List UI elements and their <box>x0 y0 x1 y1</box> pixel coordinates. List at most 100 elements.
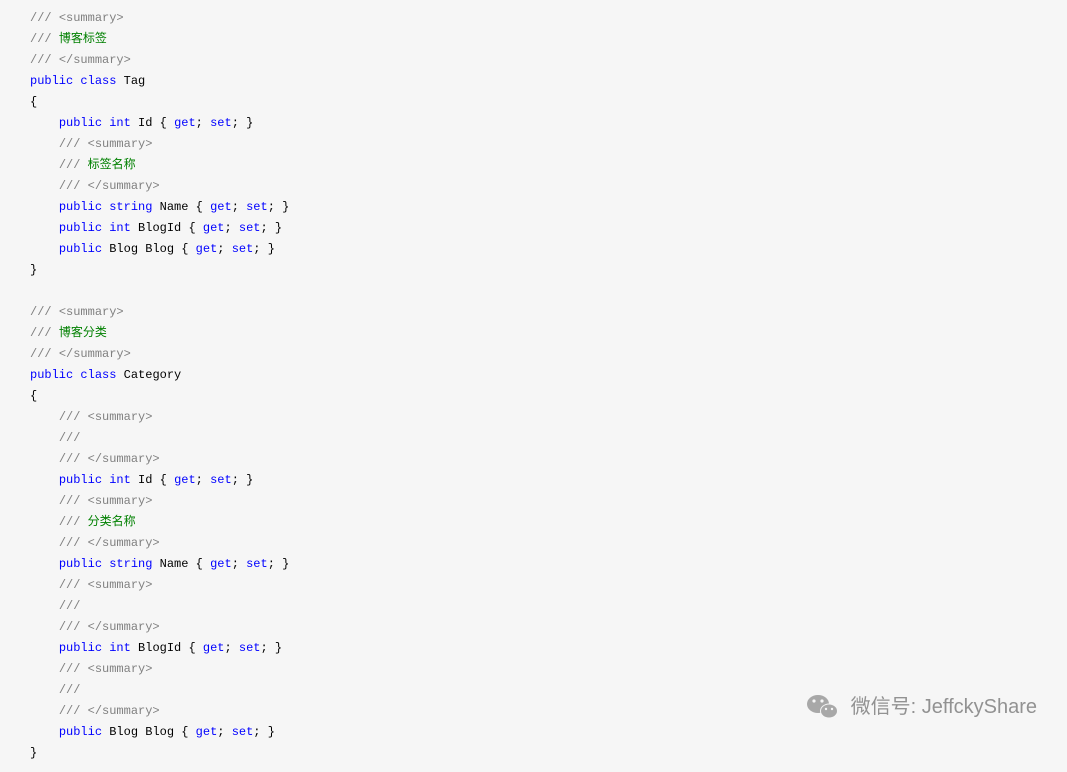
code-line: public string Name { get; set; } <box>30 197 1067 218</box>
brace: { <box>30 389 37 403</box>
keyword: get <box>174 473 196 487</box>
doc-comment: 标签名称 <box>88 158 136 172</box>
comment-slashes: /// <box>59 179 81 193</box>
comment-slashes: /// <box>30 326 52 340</box>
comment-slashes: /// <box>30 347 52 361</box>
keyword: get <box>203 641 225 655</box>
code-block: /// <summary> /// 博客标签 /// </summary> pu… <box>30 8 1067 764</box>
code-line: { <box>30 386 1067 407</box>
code-line: /// <summary> <box>30 491 1067 512</box>
classname: Category <box>124 368 182 382</box>
code-line: public string Name { get; set; } <box>30 554 1067 575</box>
keyword: set <box>210 473 232 487</box>
code-line: /// </summary> <box>30 449 1067 470</box>
watermark-text: 微信号: JeffckyShare <box>851 697 1037 718</box>
wechat-icon <box>805 689 841 725</box>
comment-text: </summary> <box>88 179 160 193</box>
comment-text: </summary> <box>88 452 160 466</box>
comment-text: </summary> <box>59 53 131 67</box>
comment-slashes: /// <box>59 452 81 466</box>
code-line: /// 博客分类 <box>30 323 1067 344</box>
code-line: /// </summary> <box>30 344 1067 365</box>
comment-text: <summary> <box>88 137 153 151</box>
comment-slashes: /// <box>59 515 81 529</box>
classname: Tag <box>124 74 146 88</box>
comment-text: <summary> <box>59 11 124 25</box>
code-line: /// <summary> <box>30 575 1067 596</box>
propname: BlogId <box>138 221 181 235</box>
comment-slashes: /// <box>30 53 52 67</box>
code-line <box>30 281 1067 302</box>
code-line: public int Id { get; set; } <box>30 470 1067 491</box>
propname: Name <box>160 557 189 571</box>
code-line: /// <summary> <box>30 8 1067 29</box>
code-line: public int Id { get; set; } <box>30 113 1067 134</box>
code-line: public class Tag <box>30 71 1067 92</box>
comment-text: <summary> <box>88 494 153 508</box>
code-line: /// 分类名称 <box>30 512 1067 533</box>
code-line: /// <box>30 596 1067 617</box>
comment-slashes: /// <box>30 11 52 25</box>
propname: BlogId <box>138 641 181 655</box>
code-line: /// <summary> <box>30 302 1067 323</box>
code-line: /// </summary> <box>30 533 1067 554</box>
keyword: public <box>59 116 102 130</box>
keyword: public <box>59 641 102 655</box>
doc-comment: 分类名称 <box>88 515 136 529</box>
keyword: public <box>30 74 73 88</box>
keyword: get <box>196 725 218 739</box>
keyword: get <box>210 557 232 571</box>
code-line: /// </summary> <box>30 617 1067 638</box>
keyword: public <box>59 725 102 739</box>
code-line: } <box>30 743 1067 764</box>
keyword: class <box>80 74 116 88</box>
comment-slashes: /// <box>59 578 81 592</box>
keyword: public <box>30 368 73 382</box>
comment-slashes: /// <box>59 683 81 697</box>
code-line: public int BlogId { get; set; } <box>30 218 1067 239</box>
propname: Id <box>138 473 152 487</box>
comment-slashes: /// <box>59 431 81 445</box>
keyword: int <box>109 473 131 487</box>
doc-comment: 博客分类 <box>59 326 107 340</box>
code-line: /// <summary> <box>30 659 1067 680</box>
code-line: public class Category <box>30 365 1067 386</box>
keyword: set <box>246 557 268 571</box>
keyword: set <box>232 725 254 739</box>
keyword: string <box>109 557 152 571</box>
propname: Blog <box>145 242 174 256</box>
code-line: public Blog Blog { get; set; } <box>30 239 1067 260</box>
keyword: set <box>239 221 261 235</box>
keyword: int <box>109 641 131 655</box>
code-line: /// <box>30 428 1067 449</box>
comment-slashes: /// <box>59 704 81 718</box>
code-line: } <box>30 260 1067 281</box>
keyword: set <box>232 242 254 256</box>
comment-slashes: /// <box>59 494 81 508</box>
comment-slashes: /// <box>59 410 81 424</box>
comment-slashes: /// <box>59 620 81 634</box>
code-line: /// <summary> <box>30 134 1067 155</box>
comment-slashes: /// <box>59 599 81 613</box>
comment-slashes: /// <box>30 32 52 46</box>
keyword: int <box>109 116 131 130</box>
keyword: set <box>210 116 232 130</box>
keyword: get <box>174 116 196 130</box>
comment-text: <summary> <box>88 662 153 676</box>
keyword: get <box>203 221 225 235</box>
brace: } <box>30 746 37 760</box>
comment-slashes: /// <box>59 662 81 676</box>
comment-slashes: /// <box>59 536 81 550</box>
comment-text: <summary> <box>59 305 124 319</box>
code-line: /// </summary> <box>30 50 1067 71</box>
comment-text: <summary> <box>88 410 153 424</box>
code-line: { <box>30 92 1067 113</box>
typename: Blog <box>109 242 138 256</box>
brace: } <box>30 263 37 277</box>
comment-text: </summary> <box>88 536 160 550</box>
keyword: get <box>196 242 218 256</box>
code-line: /// </summary> <box>30 176 1067 197</box>
keyword: class <box>80 368 116 382</box>
keyword: public <box>59 557 102 571</box>
code-line: public Blog Blog { get; set; } <box>30 722 1067 743</box>
